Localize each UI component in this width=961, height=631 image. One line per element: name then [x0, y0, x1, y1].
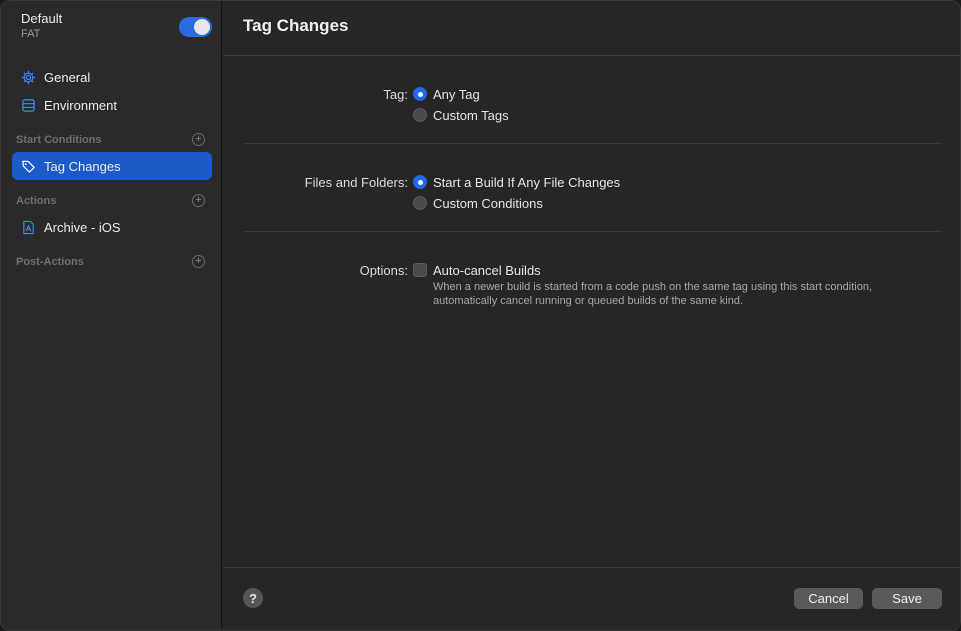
options-label: Options: [359, 263, 408, 278]
sidebar: Default FAT General Environment Start Co… [1, 1, 222, 630]
radio-any-file-changes-label[interactable]: Start a Build If Any File Changes [433, 175, 620, 190]
page-title: Tag Changes [243, 16, 349, 35]
tag-icon [21, 159, 36, 174]
section-post-actions: Post-Actions [16, 256, 84, 268]
save-button[interactable]: Save [872, 588, 942, 609]
sidebar-item-tag-changes[interactable]: Tag Changes [12, 152, 212, 180]
workflow-enabled-toggle[interactable] [179, 17, 212, 37]
radio-custom-tags-label[interactable]: Custom Tags [433, 108, 509, 123]
radio-any-file-changes[interactable] [413, 175, 427, 189]
main-panel: Tag Changes Tag: Any Tag Custom Tags Fil… [223, 1, 960, 630]
divider [223, 55, 960, 56]
auto-cancel-label[interactable]: Auto-cancel Builds [433, 263, 541, 278]
workflow-editor-window: Default FAT General Environment Start Co… [0, 0, 961, 631]
toggle-knob [194, 19, 210, 35]
gear-icon [21, 70, 36, 85]
cancel-button[interactable]: Cancel [794, 588, 863, 609]
sidebar-item-archive-ios[interactable]: Archive - iOS [12, 213, 212, 241]
section-start-conditions: Start Conditions [16, 134, 102, 146]
radio-any-tag[interactable] [413, 87, 427, 101]
sidebar-item-label: Tag Changes [44, 158, 121, 174]
sidebar-item-label: General [44, 69, 91, 85]
radio-any-tag-label[interactable]: Any Tag [433, 87, 480, 102]
workflow-header: Default FAT [21, 11, 62, 40]
tag-label: Tag: [383, 87, 408, 102]
sidebar-item-environment[interactable]: Environment [12, 91, 212, 119]
section-actions: Actions [16, 195, 57, 207]
radio-custom-tags[interactable] [413, 108, 427, 122]
files-and-folders-label: Files and Folders: [304, 175, 408, 190]
workflow-subtitle: FAT [21, 28, 41, 40]
footer-divider [223, 567, 960, 568]
archive-icon [21, 220, 36, 235]
add-action-button[interactable]: + [192, 194, 205, 207]
help-button[interactable]: ? [243, 588, 263, 608]
divider [243, 231, 942, 232]
sidebar-item-label: Environment [44, 97, 117, 113]
sidebar-item-general[interactable]: General [12, 63, 212, 91]
radio-custom-conditions-label[interactable]: Custom Conditions [433, 196, 543, 211]
add-post-action-button[interactable]: + [192, 255, 205, 268]
add-start-condition-button[interactable]: + [192, 133, 205, 146]
environment-icon [21, 98, 36, 113]
workflow-name: Default [21, 11, 63, 26]
auto-cancel-checkbox[interactable] [413, 263, 427, 277]
sidebar-item-label: Archive - iOS [44, 219, 121, 235]
auto-cancel-description: When a newer build is started from a cod… [433, 281, 873, 307]
radio-custom-conditions[interactable] [413, 196, 427, 210]
divider [243, 143, 942, 144]
